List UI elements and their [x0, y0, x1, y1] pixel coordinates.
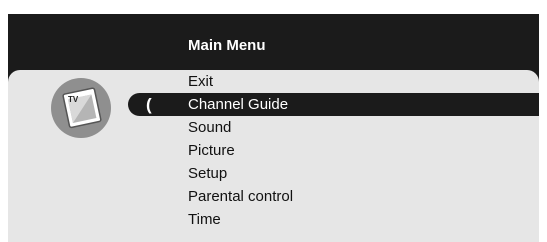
- menu-item-setup[interactable]: Setup: [181, 162, 539, 185]
- main-menu-window: Main Menu TV ( Exit Channel Guide Sound …: [8, 14, 539, 242]
- menu-item-channel-guide[interactable]: Channel Guide: [181, 93, 539, 116]
- menu-item-parental-control[interactable]: Parental control: [181, 185, 539, 208]
- tv-icon: TV: [51, 78, 111, 138]
- menu-item-label: Setup: [188, 165, 228, 182]
- tv-icon-label: TV: [68, 95, 79, 104]
- menu-item-label: Parental control: [188, 188, 294, 205]
- selection-marker: [128, 93, 181, 116]
- selection-cursor-icon: (: [146, 95, 152, 114]
- menu-panel: TV ( Exit Channel Guide Sound Picture Se…: [8, 70, 539, 242]
- menu-item-label: Channel Guide: [188, 96, 289, 113]
- menu-item-sound[interactable]: Sound: [181, 116, 539, 139]
- menu-item-time[interactable]: Time: [181, 208, 539, 231]
- menu-item-label: Exit: [188, 73, 214, 90]
- menu-title: Main Menu: [188, 37, 266, 54]
- menu-item-label: Time: [188, 211, 221, 228]
- menu-item-label: Sound: [188, 119, 232, 136]
- menu-item-picture[interactable]: Picture: [181, 139, 539, 162]
- menu-item-exit[interactable]: Exit: [181, 70, 539, 93]
- menu-item-label: Picture: [188, 142, 235, 159]
